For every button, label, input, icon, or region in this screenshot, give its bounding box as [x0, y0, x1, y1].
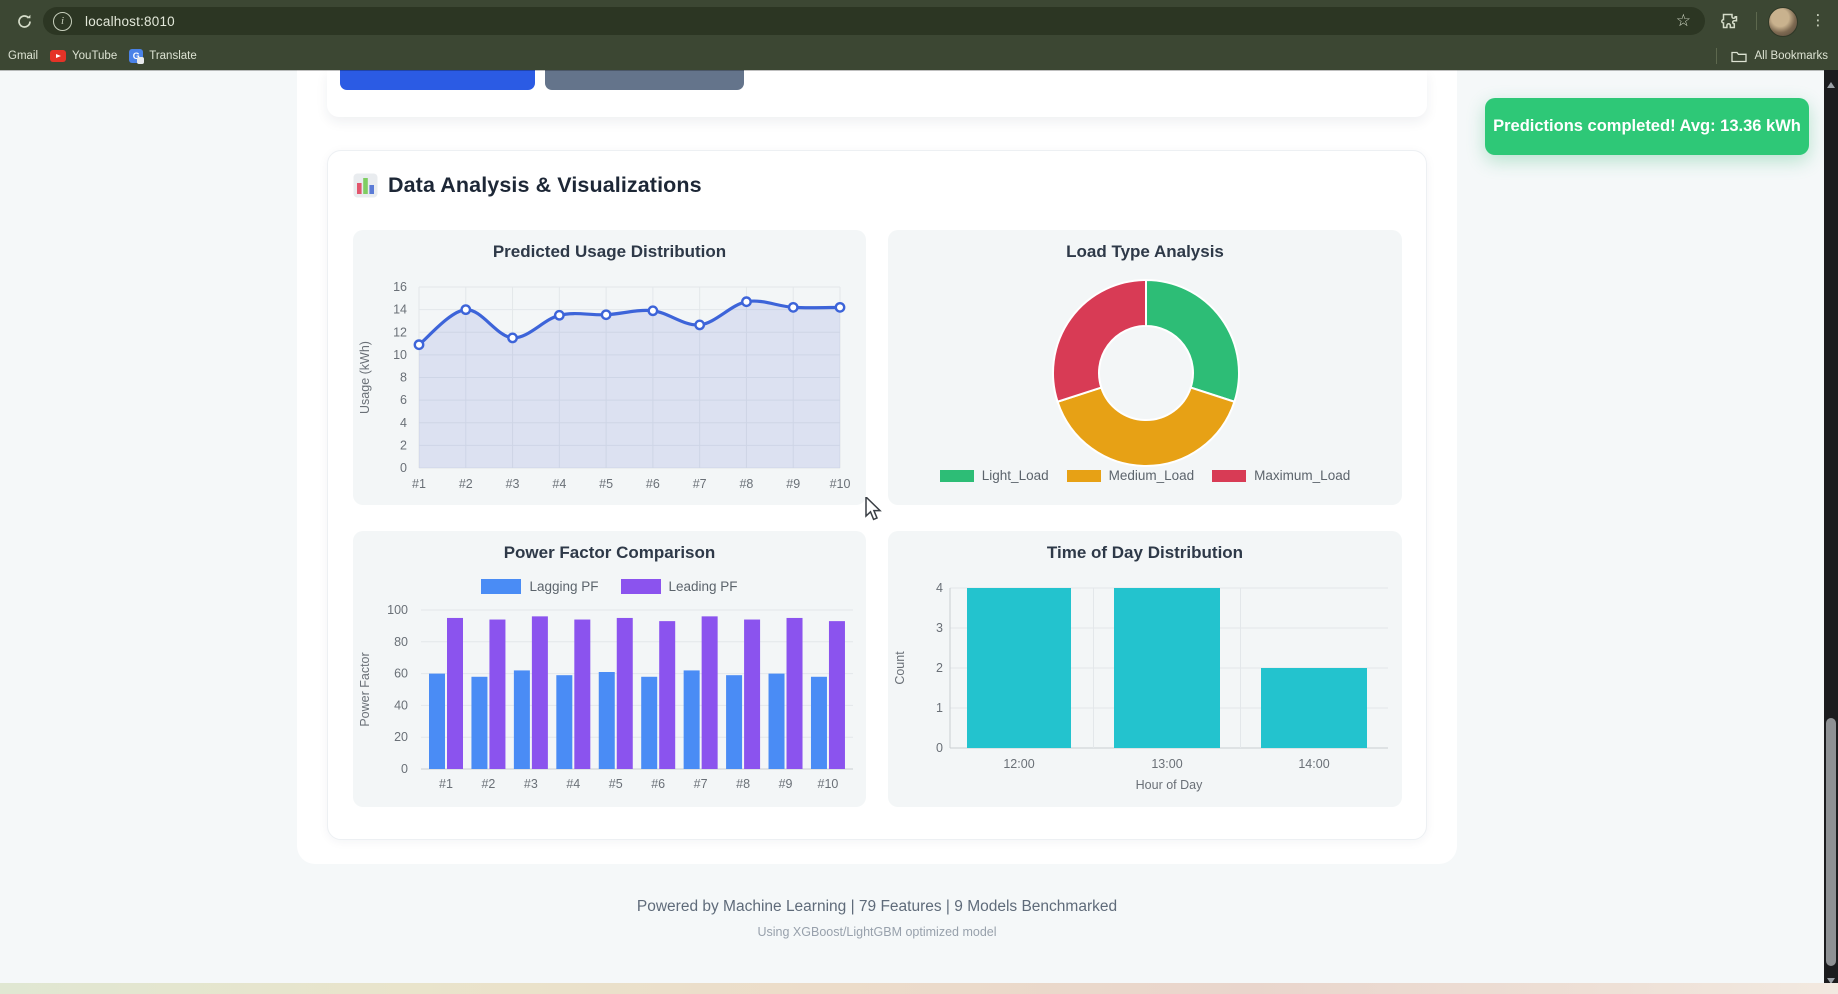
- load-type-doughnut-chart: [888, 230, 1402, 505]
- browser-menu-icon[interactable]: ⋮: [1810, 9, 1826, 33]
- svg-text:#5: #5: [609, 777, 623, 791]
- folder-icon: [1731, 50, 1747, 63]
- svg-text:10: 10: [393, 348, 407, 362]
- svg-text:14:00: 14:00: [1298, 757, 1329, 771]
- svg-text:#3: #3: [506, 477, 520, 491]
- time-of-day-bar-chart: 0 1 2 3 4 12:00 13:00 14:00 Hour of Day Count: [888, 531, 1402, 807]
- bookmarks-bar: Gmail YouTube G Translate All Bookmarks: [0, 42, 1838, 70]
- bookmark-youtube[interactable]: YouTube: [50, 50, 117, 62]
- svg-text:#10: #10: [818, 777, 839, 791]
- svg-text:20: 20: [394, 730, 408, 744]
- load-type-chart-panel: Load Type Analysis Light_LoadMedium_Load…: [888, 230, 1402, 505]
- power-factor-bar-chart: 020406080100#1#2#3#4#5#6#7#8#9#10Power F…: [353, 531, 866, 807]
- svg-text:#1: #1: [439, 777, 453, 791]
- bookmark-gmail[interactable]: Gmail: [8, 50, 38, 62]
- secondary-action-button[interactable]: [545, 70, 744, 90]
- svg-text:#4: #4: [566, 777, 580, 791]
- all-bookmarks-label: All Bookmarks: [1755, 50, 1829, 62]
- scrollbar-thumb[interactable]: [1826, 718, 1836, 966]
- svg-text:Power Factor: Power Factor: [358, 652, 372, 726]
- bookmark-star-icon[interactable]: ☆: [1676, 11, 1691, 31]
- svg-text:#4: #4: [552, 477, 566, 491]
- svg-text:#3: #3: [524, 777, 538, 791]
- svg-text:Usage (kWh): Usage (kWh): [358, 341, 372, 414]
- bottom-edge-strip: [0, 983, 1838, 994]
- page-footer: Powered by Machine Learning | 79 Feature…: [297, 898, 1457, 939]
- svg-text:#8: #8: [736, 777, 750, 791]
- page-scrollbar[interactable]: [1824, 70, 1838, 994]
- usage-line-chart-panel: Predicted Usage Distribution 02468101214…: [353, 230, 866, 505]
- svg-text:#7: #7: [694, 777, 708, 791]
- all-bookmarks[interactable]: All Bookmarks: [1716, 42, 1829, 70]
- svg-text:14: 14: [393, 303, 407, 317]
- svg-text:3: 3: [936, 621, 943, 635]
- actions-card: [327, 70, 1427, 117]
- svg-text:40: 40: [394, 698, 408, 712]
- svg-text:Count: Count: [893, 651, 907, 685]
- svg-text:#2: #2: [481, 777, 495, 791]
- svg-text:0: 0: [936, 741, 943, 755]
- usage-line-chart: 0 2 4 6 8 10 12 14 16 #1 #2 #3 #4 #5 #6 #7 #8 #9 #10 Usage …: [353, 230, 866, 505]
- svg-text:12: 12: [393, 325, 407, 339]
- site-info-icon[interactable]: i: [53, 12, 72, 31]
- svg-text:1: 1: [936, 701, 943, 715]
- reload-icon[interactable]: [12, 9, 36, 33]
- svg-text:16: 16: [393, 280, 407, 294]
- bar-chart-emoji-icon: [353, 173, 378, 198]
- section-title: Data Analysis & Visualizations: [388, 173, 702, 198]
- svg-text:#9: #9: [786, 477, 800, 491]
- primary-action-button[interactable]: [340, 70, 535, 90]
- mouse-cursor: [865, 497, 887, 523]
- svg-text:8: 8: [400, 371, 407, 385]
- svg-text:60: 60: [394, 667, 408, 681]
- svg-text:80: 80: [394, 635, 408, 649]
- svg-text:2: 2: [936, 661, 943, 675]
- footer-model-note: Using XGBoost/LightGBM optimized model: [297, 925, 1457, 939]
- svg-text:#9: #9: [779, 777, 793, 791]
- toolbar-divider: [1756, 12, 1757, 30]
- svg-text:13:00: 13:00: [1151, 757, 1182, 771]
- address-bar[interactable]: i localhost:8010 ☆: [43, 7, 1705, 35]
- browser-toolbar: i localhost:8010 ☆ ⋮: [0, 0, 1838, 42]
- load-type-legend: Light_LoadMedium_LoadMaximum_Load: [888, 468, 1402, 483]
- svg-text:#1: #1: [412, 477, 426, 491]
- svg-text:#6: #6: [651, 777, 665, 791]
- profile-avatar[interactable]: [1768, 7, 1798, 37]
- svg-text:#5: #5: [599, 477, 613, 491]
- time-of-day-chart-panel: Time of Day Distribution 0123412:0013:00…: [888, 531, 1402, 807]
- svg-text:#10: #10: [830, 477, 851, 491]
- bookmark-translate-label: Translate: [149, 50, 197, 62]
- bookmark-gmail-label: Gmail: [8, 50, 38, 62]
- translate-icon: G: [129, 49, 143, 63]
- svg-text:100: 100: [387, 603, 408, 617]
- footer-summary: Powered by Machine Learning | 79 Feature…: [297, 898, 1457, 916]
- svg-text:12:00: 12:00: [1003, 757, 1034, 771]
- svg-text:#2: #2: [459, 477, 473, 491]
- power-factor-legend: Lagging PFLeading PF: [353, 579, 866, 594]
- extensions-icon[interactable]: [1718, 9, 1742, 33]
- bookmark-translate[interactable]: G Translate: [129, 49, 197, 63]
- svg-text:#8: #8: [739, 477, 753, 491]
- power-factor-chart-panel: Power Factor Comparison 020406080100#1#2…: [353, 531, 866, 807]
- svg-text:4: 4: [400, 416, 407, 430]
- svg-text:4: 4: [936, 581, 943, 595]
- section-header: Data Analysis & Visualizations: [353, 173, 702, 198]
- bookmarks-divider: [1716, 48, 1717, 64]
- bookmark-youtube-label: YouTube: [72, 50, 117, 62]
- scrollbar-up-arrow[interactable]: [1827, 82, 1835, 88]
- svg-text:0: 0: [400, 461, 407, 475]
- main-content-container: Data Analysis & Visualizations Predicted…: [297, 70, 1457, 864]
- svg-text:Hour of Day: Hour of Day: [1136, 778, 1203, 792]
- svg-text:2: 2: [400, 438, 407, 452]
- analysis-card: Data Analysis & Visualizations Predicted…: [327, 150, 1427, 840]
- svg-text:6: 6: [400, 393, 407, 407]
- youtube-icon: [50, 50, 66, 62]
- svg-text:0: 0: [401, 762, 408, 776]
- success-toast: Predictions completed! Avg: 13.36 kWh: [1485, 98, 1809, 155]
- svg-text:#6: #6: [646, 477, 660, 491]
- svg-text:#7: #7: [693, 477, 707, 491]
- url-text: localhost:8010: [85, 14, 175, 29]
